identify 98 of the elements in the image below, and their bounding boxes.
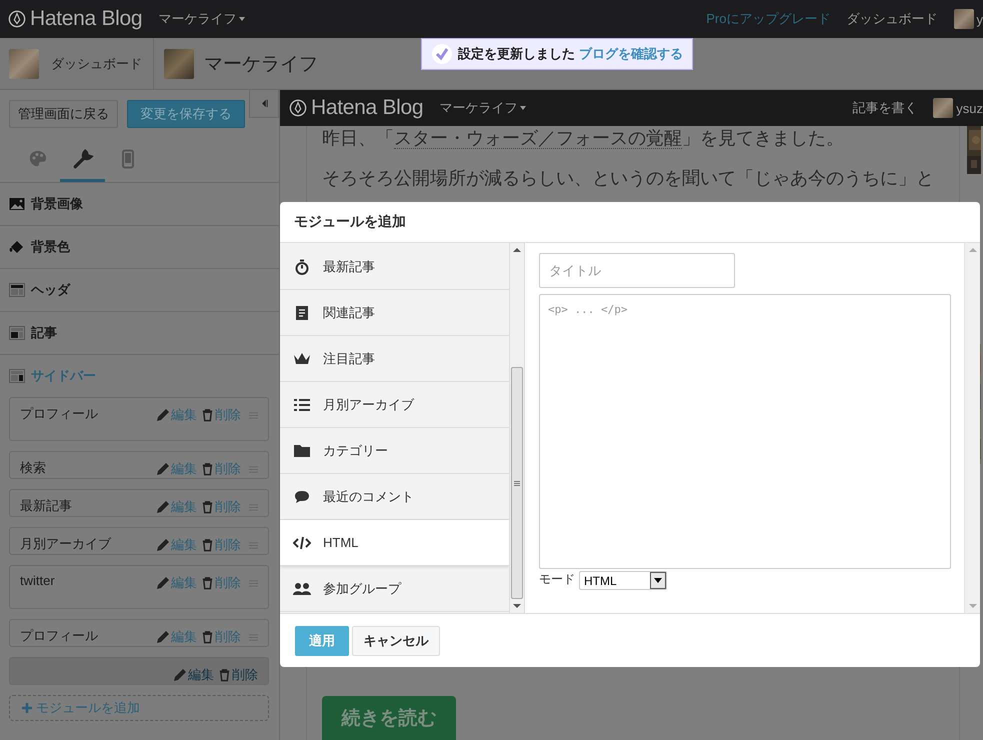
save-button[interactable]: 変更を保存する <box>127 100 245 128</box>
upgrade-link[interactable]: Proにアップグレード <box>706 10 830 28</box>
grip-icon <box>514 480 520 486</box>
paint-bucket-icon <box>9 239 25 255</box>
module-title: 検索 <box>20 459 46 477</box>
people-icon <box>293 582 311 596</box>
title-field[interactable]: タイトル <box>539 253 735 288</box>
dashboard-link[interactable]: ダッシュボード <box>846 10 938 28</box>
module-title: twitter <box>20 572 55 588</box>
dashboard-link[interactable]: ダッシュボード <box>51 54 142 72</box>
module-option[interactable]: 最新記事 <box>280 245 509 290</box>
pen-icon <box>8 10 26 28</box>
notification-text: 設定を更新しました <box>458 45 575 63</box>
module-option[interactable]: 月別アーカイブ <box>280 382 509 428</box>
collapse-button[interactable] <box>249 90 279 118</box>
mode-select[interactable]: HTML <box>579 571 667 590</box>
folder-icon <box>294 444 310 458</box>
apply-button[interactable]: 適用 <box>295 626 349 656</box>
trash-icon <box>218 668 231 682</box>
module-card[interactable]: 月別アーカイブ 編集 削除 <box>9 527 269 555</box>
image-icon <box>9 196 25 212</box>
trash-icon <box>201 462 214 476</box>
layout-icon <box>9 282 25 298</box>
scrollbar[interactable] <box>510 243 525 613</box>
code-icon <box>293 536 311 550</box>
scrollbar[interactable] <box>964 243 980 613</box>
logo-text: Hatena Blog <box>311 96 424 120</box>
section-header[interactable]: ヘッダ <box>0 269 279 312</box>
dialog-title: モジュールを追加 <box>294 213 406 231</box>
logo[interactable]: Hatena Blog <box>289 96 424 120</box>
module-option[interactable]: 参加グループ <box>280 566 509 612</box>
avatar[interactable] <box>954 9 974 29</box>
article-text: 昨日、「スター・ウォーズ／フォースの覚醒」を見てきました。 <box>322 127 845 151</box>
pencil-icon <box>156 500 170 514</box>
layout-icon <box>9 325 25 341</box>
pencil-icon <box>156 576 170 590</box>
blog-menu[interactable]: マーケライフ <box>158 10 246 28</box>
module-card[interactable]: twitter 編集 削除 <box>9 565 269 609</box>
crown-icon <box>293 352 311 366</box>
section-header[interactable]: 背景色 <box>0 226 279 269</box>
article-text: そろそろ公開場所が減るらしい、というのを聞いて「じゃあ今のうちに」と <box>322 167 935 190</box>
stopwatch-icon <box>294 259 310 275</box>
mode-label: モード <box>539 571 575 588</box>
module-card[interactable]: プロフィール 編集 削除 <box>9 619 269 647</box>
module-option[interactable]: 注目記事 <box>280 336 509 382</box>
plus-icon <box>22 703 32 713</box>
trash-icon <box>201 576 214 590</box>
article-link[interactable]: スター・ウォーズ／フォースの覚醒 <box>394 128 682 149</box>
trash-icon <box>201 500 214 514</box>
module-card[interactable]: 編集 削除 <box>9 657 269 685</box>
module-card[interactable]: プロフィール 編集 削除 <box>9 397 269 441</box>
delete-link[interactable]: 削除 <box>218 666 258 684</box>
trash-icon <box>201 630 214 644</box>
palette-icon <box>28 148 48 168</box>
user-name[interactable]: y <box>976 12 983 26</box>
module-title: プロフィール <box>20 405 98 423</box>
module-option[interactable]: HTML <box>280 520 509 566</box>
avatar[interactable] <box>933 98 954 118</box>
trash-icon <box>201 408 214 422</box>
module-card[interactable]: 最新記事 編集 削除 <box>9 489 269 517</box>
blog-avatar[interactable] <box>164 48 194 78</box>
logo-text: Hatena Blog <box>30 7 142 31</box>
module-card[interactable]: 検索 編集 削除 <box>9 451 269 479</box>
back-button[interactable]: 管理画面に戻る <box>9 100 118 128</box>
pencil-icon <box>156 462 170 476</box>
pencil-icon <box>156 538 170 552</box>
caret-icon <box>239 17 246 21</box>
layout-icon <box>9 368 25 384</box>
edit-link[interactable]: 編集 <box>173 666 214 684</box>
trash-icon <box>201 538 214 552</box>
wrench-icon <box>72 148 94 170</box>
comment-icon <box>294 490 310 504</box>
module-title: プロフィール <box>20 627 98 645</box>
user-name[interactable]: ysuz <box>956 100 983 116</box>
section-header[interactable]: 記事 <box>0 312 279 355</box>
pencil-icon <box>156 408 170 422</box>
view-blog-link[interactable]: ブログを確認する <box>579 45 683 63</box>
logo[interactable]: Hatena Blog <box>8 7 142 31</box>
blog-menu[interactable]: マーケライフ <box>439 99 526 117</box>
module-title: 月別アーカイブ <box>20 535 111 553</box>
html-field[interactable]: <p> ... </p> <box>539 294 951 569</box>
document-icon <box>294 304 310 320</box>
dropdown-icon <box>654 578 662 583</box>
module-option[interactable]: カテゴリー <box>280 428 509 474</box>
check-icon <box>432 44 452 64</box>
write-article-link[interactable]: 記事を書く <box>852 99 918 117</box>
collapse-icon <box>260 99 268 108</box>
pencil-icon <box>173 668 187 682</box>
pencil-icon <box>156 630 170 644</box>
caret-icon <box>520 106 526 110</box>
blog-title: マーケライフ <box>204 52 318 76</box>
pen-icon <box>289 99 307 117</box>
module-option[interactable]: 関連記事 <box>280 290 509 336</box>
list-icon <box>294 398 310 412</box>
read-more-button[interactable]: 続きを読む <box>322 696 456 740</box>
section-header[interactable]: 背景画像 <box>0 183 279 226</box>
cancel-button[interactable]: キャンセル <box>352 626 440 656</box>
module-title: 最新記事 <box>20 497 72 515</box>
